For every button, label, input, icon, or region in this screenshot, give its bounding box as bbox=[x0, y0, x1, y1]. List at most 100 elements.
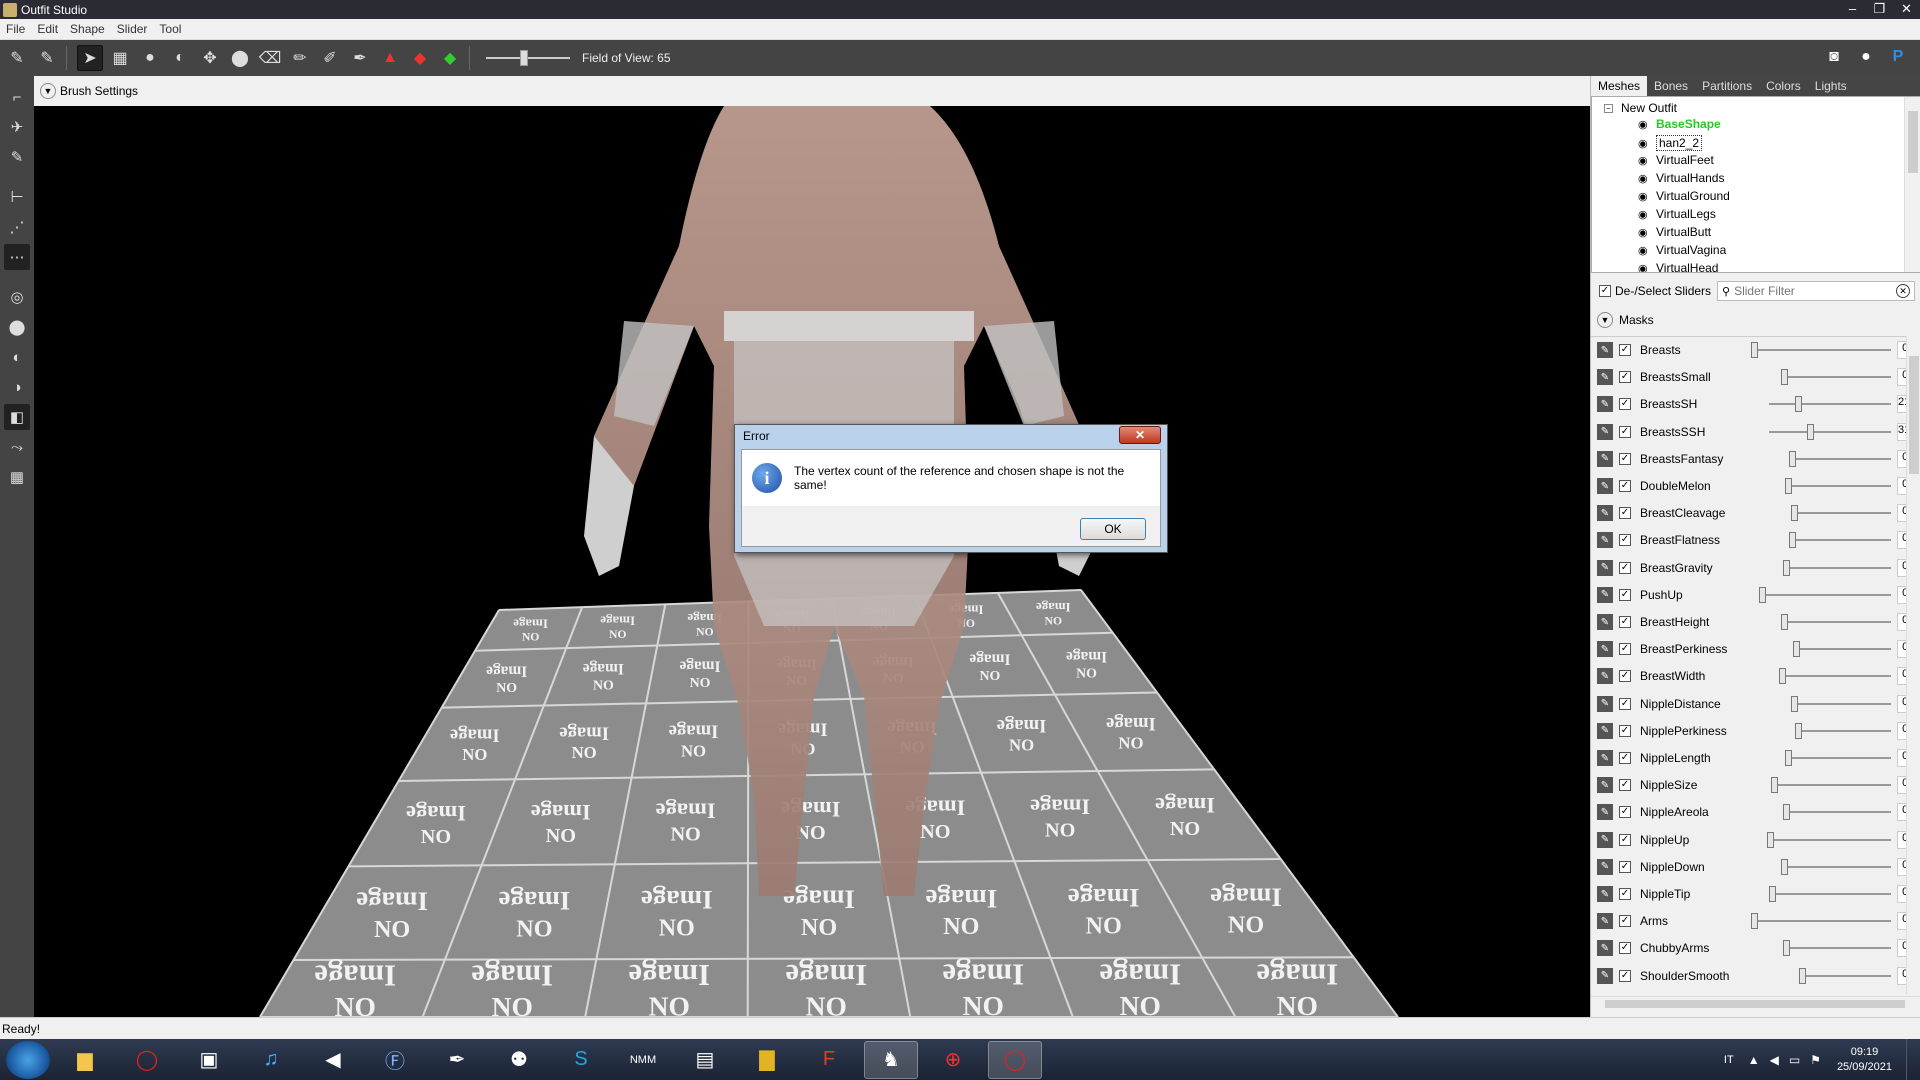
color-brush-icon[interactable]: ✐ bbox=[317, 45, 343, 71]
slider-thumb[interactable] bbox=[1781, 614, 1788, 630]
eye-icon[interactable]: ◉ bbox=[1638, 154, 1654, 167]
clock[interactable]: 09:19 25/09/2021 bbox=[1837, 1045, 1892, 1075]
slider-track[interactable] bbox=[1769, 430, 1891, 433]
tree-item[interactable]: ◉ VirtualGround bbox=[1638, 189, 1730, 203]
slider-checkbox[interactable]: ✓ bbox=[1619, 507, 1631, 520]
slider-checkbox[interactable]: ✓ bbox=[1619, 534, 1631, 547]
slider-track[interactable] bbox=[1751, 349, 1891, 351]
slider-checkbox[interactable]: ✓ bbox=[1619, 452, 1631, 465]
slider-checkbox[interactable]: ✓ bbox=[1619, 425, 1631, 438]
slider-thumb[interactable] bbox=[1751, 342, 1758, 358]
menu-file[interactable]: File bbox=[0, 22, 31, 36]
slider-checkbox[interactable]: ✓ bbox=[1619, 724, 1631, 737]
slider-thumb[interactable] bbox=[1799, 967, 1806, 984]
lighting-icon[interactable]: ⬤ bbox=[4, 314, 30, 340]
edit-slider-icon[interactable]: ✎ bbox=[1597, 831, 1613, 848]
close-window-button[interactable]: ✕ bbox=[1893, 0, 1920, 19]
slider-scrollbar[interactable] bbox=[1906, 336, 1920, 994]
discord-icon[interactable]: ◙ bbox=[1822, 45, 1846, 69]
slider-checkbox[interactable]: ✓ bbox=[1619, 752, 1631, 764]
slider-checkbox[interactable]: ✓ bbox=[1619, 398, 1631, 411]
slider-thumb[interactable] bbox=[1789, 532, 1796, 549]
mirror-icon[interactable]: ⊢ bbox=[4, 184, 30, 210]
flip-edge-icon[interactable]: ◆ bbox=[407, 45, 433, 71]
tab-lights[interactable]: Lights bbox=[1808, 76, 1854, 96]
tree-item[interactable]: ◉ VirtualHands bbox=[1638, 171, 1724, 185]
pivot-icon[interactable]: ✈ bbox=[4, 114, 30, 140]
vertex-dots-icon[interactable]: ⋯ bbox=[4, 244, 30, 270]
pen-icon[interactable]: ✏ bbox=[287, 45, 313, 71]
grid-icon[interactable]: ▦ bbox=[4, 464, 30, 490]
slider-track[interactable] bbox=[1785, 757, 1891, 759]
slider-checkbox[interactable]: ✓ bbox=[1619, 915, 1631, 928]
slider-track[interactable] bbox=[1791, 512, 1891, 515]
edit-slider-icon[interactable]: ✎ bbox=[1597, 695, 1613, 712]
smooth-brush-icon[interactable]: ⬤ bbox=[227, 45, 253, 71]
show-desktop-button[interactable] bbox=[1906, 1039, 1920, 1080]
deflate-brush-icon[interactable]: ◐ bbox=[167, 45, 193, 71]
slider-thumb[interactable] bbox=[1789, 450, 1796, 467]
nmm-icon[interactable]: NMM bbox=[616, 1041, 670, 1079]
slider-track[interactable] bbox=[1783, 811, 1891, 814]
feather-icon[interactable]: ✒ bbox=[430, 1041, 484, 1079]
chevron-down-icon[interactable]: ▼ bbox=[40, 83, 56, 99]
slider-checkbox[interactable]: ✓ bbox=[1619, 888, 1631, 900]
slider-track[interactable] bbox=[1795, 729, 1891, 732]
collapse-vertex-icon[interactable]: ▲ bbox=[377, 45, 403, 71]
slider-thumb[interactable] bbox=[1783, 940, 1790, 957]
slider-thumb[interactable] bbox=[1785, 750, 1792, 766]
minimize-button[interactable]: – bbox=[1839, 0, 1866, 19]
edit-slider-icon[interactable]: ✎ bbox=[1597, 668, 1613, 685]
slider-checkbox[interactable]: ✓ bbox=[1619, 371, 1631, 384]
ok-button[interactable]: OK bbox=[1080, 518, 1146, 540]
edit-slider-icon[interactable]: ✎ bbox=[1597, 423, 1613, 440]
slider-track[interactable] bbox=[1785, 485, 1891, 487]
edit-slider-icon[interactable]: ✎ bbox=[1597, 478, 1613, 494]
slider-thumb[interactable] bbox=[1783, 559, 1790, 576]
dialog-close-button[interactable]: ✕ bbox=[1119, 426, 1161, 444]
eye-icon[interactable]: ◉ bbox=[1638, 118, 1654, 131]
slider-track[interactable] bbox=[1789, 457, 1891, 460]
edit-slider-icon[interactable]: ✎ bbox=[1597, 641, 1613, 658]
tab-bones[interactable]: Bones bbox=[1647, 76, 1695, 96]
slider-checkbox[interactable]: ✓ bbox=[1619, 344, 1631, 356]
slider-thumb[interactable] bbox=[1781, 369, 1788, 386]
edit-slider-icon[interactable]: ✎ bbox=[1597, 804, 1613, 821]
slider-checkbox[interactable]: ✓ bbox=[1619, 480, 1631, 492]
folder-icon[interactable]: ▆ bbox=[58, 1041, 112, 1079]
chevron-down-icon[interactable]: ▼ bbox=[1597, 312, 1613, 328]
slider-track[interactable] bbox=[1781, 376, 1891, 379]
weight-brush-icon[interactable]: ✒ bbox=[347, 45, 373, 71]
slider-checkbox[interactable]: ✓ bbox=[1619, 779, 1631, 792]
deselect-sliders-checkbox[interactable]: ✓ bbox=[1599, 285, 1611, 297]
slider-track[interactable] bbox=[1793, 648, 1891, 651]
texture-icon[interactable]: ◐ bbox=[4, 344, 30, 370]
slider-thumb[interactable] bbox=[1779, 668, 1786, 685]
slider-checkbox[interactable]: ✓ bbox=[1619, 697, 1631, 710]
network-icon[interactable]: ▭ bbox=[1789, 1053, 1800, 1067]
select-tool-icon[interactable]: ➤ bbox=[77, 45, 103, 71]
opera-active-icon[interactable]: ◯ bbox=[988, 1040, 1042, 1079]
edit-slider-icon[interactable]: ✎ bbox=[1597, 750, 1613, 766]
maximize-button[interactable]: ❐ bbox=[1866, 0, 1893, 19]
3d-viewport[interactable]: Image NO Image NO Image NO Image NO Image NO Image… bbox=[34, 106, 1590, 1017]
eye-icon[interactable]: ◉ bbox=[1638, 262, 1654, 273]
opera-icon[interactable]: ◯ bbox=[120, 1041, 174, 1079]
slider-checkbox[interactable]: ✓ bbox=[1619, 833, 1631, 846]
edit-slider-icon[interactable]: ✎ bbox=[1597, 532, 1613, 549]
slider-track[interactable] bbox=[1783, 566, 1891, 569]
slider-thumb[interactable] bbox=[1781, 858, 1788, 875]
slider-checkbox[interactable]: ✓ bbox=[1619, 969, 1631, 982]
slider-thumb[interactable] bbox=[1767, 831, 1774, 848]
slider-track[interactable] bbox=[1799, 974, 1891, 977]
fov-slider-thumb[interactable] bbox=[520, 50, 528, 66]
figures-icon[interactable]: ⚉ bbox=[492, 1041, 546, 1079]
transform-icon[interactable]: ⌐ bbox=[4, 84, 30, 110]
slider-thumb[interactable] bbox=[1795, 722, 1802, 739]
slider-track[interactable] bbox=[1781, 865, 1891, 868]
new-project-icon[interactable]: ✎ bbox=[4, 45, 30, 71]
collapse-icon[interactable]: − bbox=[1604, 103, 1613, 113]
slider-track[interactable] bbox=[1791, 702, 1891, 705]
tab-colors[interactable]: Colors bbox=[1759, 76, 1808, 96]
edit-slider-icon[interactable]: ✎ bbox=[1597, 777, 1613, 794]
